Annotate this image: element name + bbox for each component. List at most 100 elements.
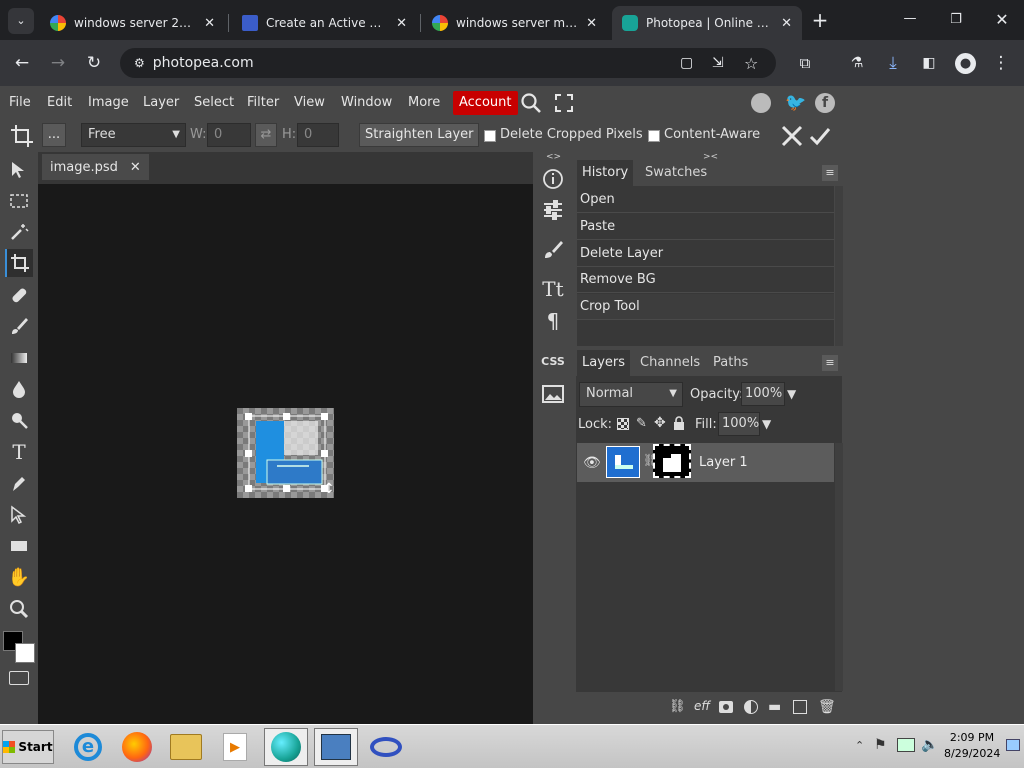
width-input[interactable]: 0 <box>207 123 251 147</box>
layer-mask-thumbnail[interactable] <box>653 444 691 478</box>
restore-button[interactable]: ❐ <box>942 8 970 32</box>
dodge-tool-icon[interactable] <box>5 406 33 434</box>
keyboard-icon[interactable] <box>9 671 29 685</box>
zoom-tool-icon[interactable] <box>5 595 33 623</box>
history-item[interactable]: Delete Layer <box>577 241 834 267</box>
minimize-button[interactable]: — <box>896 8 924 32</box>
ratio-select[interactable]: Free ▼ <box>81 123 186 147</box>
menu-filter[interactable]: Filter <box>247 86 279 120</box>
magic-wand-tool-icon[interactable] <box>5 218 33 246</box>
browser-tab-1[interactable]: windows server 2008 activ ✕ <box>40 6 225 40</box>
opacity-dropdown-icon[interactable]: ▼ <box>787 387 796 401</box>
new-layer-icon[interactable] <box>793 700 807 714</box>
adjustment-layer-icon[interactable] <box>744 700 758 714</box>
close-icon[interactable]: ✕ <box>204 16 215 31</box>
reddit-icon[interactable] <box>751 93 771 113</box>
volume-muted-icon[interactable]: 🔈 <box>921 737 938 753</box>
collapse-arrows-icon[interactable]: <> <box>546 152 561 162</box>
bookmark-star-icon[interactable]: ☆ <box>744 54 758 73</box>
menu-edit[interactable]: Edit <box>47 86 72 120</box>
clipboard-icon[interactable]: ▢ <box>680 55 693 71</box>
swap-dimensions-icon[interactable]: ⇄ <box>255 123 277 147</box>
pen-tool-icon[interactable] <box>5 469 33 497</box>
close-icon[interactable]: ✕ <box>396 16 407 31</box>
commit-crop-icon[interactable] <box>809 125 831 147</box>
fill-dropdown-icon[interactable]: ▼ <box>762 417 771 431</box>
type-tool-icon[interactable]: T <box>5 438 33 466</box>
fill-input[interactable]: 100% <box>718 412 760 436</box>
lock-position-icon[interactable]: ✥ <box>654 415 666 431</box>
height-input[interactable]: 0 <box>297 123 339 147</box>
back-button[interactable]: ← <box>9 50 35 76</box>
menu-layer[interactable]: Layer <box>143 86 179 120</box>
history-item[interactable]: Open <box>577 187 834 213</box>
document-canvas[interactable] <box>237 408 334 498</box>
chrome-menu-icon[interactable]: ⋮ <box>988 50 1014 76</box>
close-window-button[interactable]: ✕ <box>988 8 1016 32</box>
panel-menu-icon[interactable]: ≡ <box>822 355 838 371</box>
facebook-icon[interactable]: f <box>815 93 835 113</box>
opacity-input[interactable]: 100% <box>741 382 785 406</box>
blur-tool-icon[interactable] <box>5 375 33 403</box>
marquee-tool-icon[interactable] <box>5 187 33 215</box>
browser-tab-3[interactable]: windows server manageme ✕ <box>422 6 607 40</box>
move-tool-icon[interactable] <box>5 156 33 184</box>
history-item[interactable]: Paste <box>577 214 834 240</box>
browser-tab-2[interactable]: Create an Active Director ✕ <box>232 6 417 40</box>
tab-swatches[interactable]: Swatches <box>640 160 712 186</box>
history-item[interactable]: Remove BG <box>577 267 834 293</box>
brush-tool-icon[interactable] <box>5 312 33 340</box>
install-app-icon[interactable]: ⇲ <box>712 55 724 71</box>
add-mask-icon[interactable] <box>719 701 733 713</box>
content-aware-checkbox[interactable] <box>648 130 660 142</box>
image-panel-icon[interactable] <box>539 381 567 407</box>
remote-app-icon[interactable] <box>364 728 408 766</box>
site-info-icon[interactable]: ⚙ <box>134 56 145 70</box>
new-tab-button[interactable]: + <box>808 9 832 33</box>
background-color-swatch[interactable] <box>15 643 35 663</box>
lock-pixels-icon[interactable]: ✎ <box>636 416 647 431</box>
reload-button[interactable]: ↻ <box>81 50 107 76</box>
path-select-tool-icon[interactable] <box>5 501 33 529</box>
clock-date[interactable]: 8/29/2024 <box>944 747 1000 760</box>
layers-scrollbar[interactable] <box>835 443 843 691</box>
straighten-layer-button[interactable]: Straighten Layer <box>359 123 480 147</box>
link-layers-icon[interactable]: ⛓ <box>669 699 686 714</box>
show-hidden-icons-icon[interactable]: ⌃ <box>855 739 864 752</box>
clock-time[interactable]: 2:09 PM <box>946 731 998 744</box>
file-explorer-icon[interactable] <box>164 728 208 766</box>
tab-paths[interactable]: Paths <box>708 350 753 376</box>
browser-tab-4[interactable]: Photopea | Online Photo E ✕ <box>612 6 802 40</box>
delete-cropped-checkbox[interactable] <box>484 130 496 142</box>
extensions-icon[interactable]: ⧉ <box>792 50 818 76</box>
start-button[interactable]: Start <box>2 730 54 764</box>
flag-icon[interactable]: ⚑ <box>874 737 887 753</box>
brush-settings-icon[interactable] <box>539 237 567 263</box>
media-player-icon[interactable]: ▶ <box>213 728 257 766</box>
account-button[interactable]: Account <box>453 91 518 115</box>
document-tab[interactable]: image.psd ✕ <box>42 154 149 180</box>
menu-view[interactable]: View <box>294 86 325 120</box>
network-icon[interactable] <box>897 738 915 752</box>
history-scrollbar[interactable] <box>835 186 843 346</box>
close-icon[interactable]: ✕ <box>781 16 792 31</box>
folder-icon[interactable]: ▬ <box>768 699 781 715</box>
fullscreen-icon[interactable] <box>555 94 573 112</box>
menu-file[interactable]: File <box>9 86 31 120</box>
menu-window[interactable]: Window <box>341 86 392 120</box>
options-more-button[interactable]: ... <box>42 123 66 147</box>
layer-name[interactable]: Layer 1 <box>699 455 748 470</box>
lab-flask-icon[interactable]: ⚗ <box>844 50 870 76</box>
tab-channels[interactable]: Channels <box>635 350 705 376</box>
paragraph-icon[interactable]: ¶ <box>539 308 567 334</box>
photopea-taskbar-icon[interactable] <box>264 728 308 766</box>
address-bar[interactable]: ⚙ photopea.com ▢ ⇲ ☆ <box>120 48 776 78</box>
history-item[interactable]: Crop Tool <box>577 294 834 320</box>
layer-effects-icon[interactable]: eff <box>694 699 710 713</box>
hand-tool-icon[interactable]: ✋ <box>5 563 33 591</box>
search-icon[interactable] <box>520 92 542 114</box>
tab-history[interactable]: History <box>577 160 634 186</box>
firefox-icon[interactable] <box>115 728 159 766</box>
eye-visibility-icon[interactable]: 👁 <box>583 455 601 471</box>
forward-button[interactable]: → <box>45 50 71 76</box>
